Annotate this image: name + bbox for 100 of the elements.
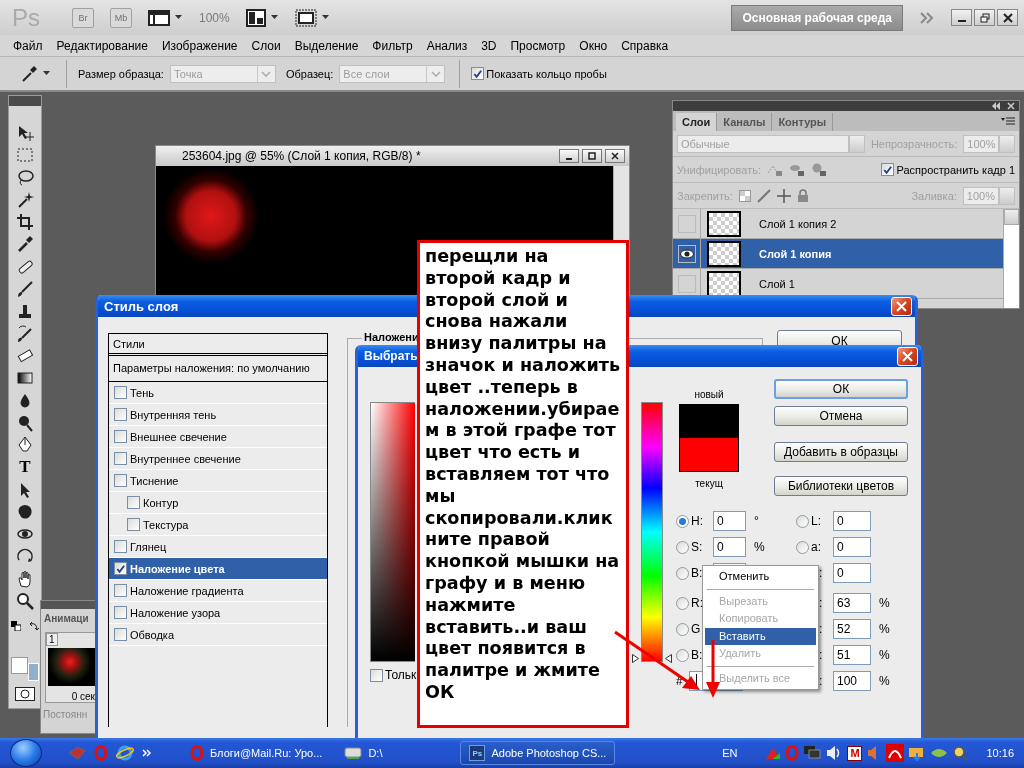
menu-item[interactable]: Окно xyxy=(572,38,615,53)
radio-button[interactable] xyxy=(676,622,689,636)
frame-delay[interactable]: 0 сек xyxy=(46,688,97,702)
checkbox[interactable] xyxy=(114,584,127,597)
menu-item[interactable]: Редактирование xyxy=(49,38,155,53)
styles-header[interactable]: Стили xyxy=(109,334,327,356)
checkbox[interactable] xyxy=(370,668,383,682)
circle-lock-icon[interactable] xyxy=(811,162,827,177)
taskbar-button[interactable]: Ps Adobe Photoshop CS... xyxy=(460,741,616,765)
arrange-button[interactable] xyxy=(245,8,279,27)
checkbox[interactable] xyxy=(471,67,485,80)
menu-item[interactable]: Фильтр xyxy=(365,38,420,53)
tool-preset-button[interactable] xyxy=(20,64,51,83)
slider-button[interactable] xyxy=(999,134,1015,153)
shape-icon[interactable] xyxy=(16,503,34,522)
triangle-icon[interactable] xyxy=(765,746,782,760)
collapse-icon[interactable] xyxy=(991,102,1001,110)
effect-item[interactable]: Контур xyxy=(109,492,327,514)
menu-item[interactable]: Вставить xyxy=(705,627,816,645)
zoom-icon[interactable] xyxy=(16,592,34,611)
checkbox[interactable] xyxy=(127,496,140,509)
radio-button[interactable] xyxy=(676,648,689,662)
effect-item[interactable]: Наложение цвета xyxy=(109,558,327,580)
menu-item[interactable]: Анализ xyxy=(419,38,475,53)
dialog-button[interactable]: Библиотеки цветов xyxy=(774,476,908,496)
eye-shape-icon[interactable] xyxy=(930,746,949,760)
start-button[interactable] xyxy=(10,739,42,767)
visibility-toggle[interactable] xyxy=(677,214,696,233)
checkbox[interactable] xyxy=(114,474,127,487)
value-field[interactable]: 0 xyxy=(833,563,871,583)
view-extras-button[interactable] xyxy=(148,8,183,27)
effect-item[interactable]: Наложение узора xyxy=(109,602,327,624)
background-color-swatch[interactable] xyxy=(28,662,39,681)
quick-mask-icon[interactable] xyxy=(15,687,35,702)
lasso-icon[interactable] xyxy=(16,168,34,187)
minimize-button[interactable] xyxy=(951,9,972,26)
value-field[interactable]: 0 xyxy=(713,537,746,557)
magnifier-icon[interactable] xyxy=(952,745,971,761)
menu-item[interactable]: Выделение xyxy=(287,38,366,53)
effect-item[interactable]: Текстура xyxy=(109,514,327,536)
radio-button[interactable] xyxy=(676,566,689,580)
checkbox[interactable] xyxy=(114,386,127,399)
menu-item[interactable]: Файл xyxy=(6,38,50,53)
crop-icon[interactable] xyxy=(16,213,34,232)
menu-item[interactable]: Просмотр xyxy=(503,38,573,53)
panel-menu-icon[interactable] xyxy=(1001,116,1015,126)
letter-e-icon[interactable] xyxy=(116,745,134,761)
language-indicator[interactable]: EN xyxy=(722,747,738,759)
animation-frame[interactable]: 1 0 сек xyxy=(45,632,98,703)
effect-item[interactable]: Внутренняя тень xyxy=(109,404,327,426)
radio-button[interactable] xyxy=(676,514,689,528)
bridge-button[interactable]: Br xyxy=(72,7,94,28)
radio-button[interactable] xyxy=(676,540,689,554)
checkbox[interactable] xyxy=(127,518,140,531)
swap-arrows-icon[interactable] xyxy=(29,620,39,631)
menu-item[interactable]: Изображение xyxy=(154,38,245,53)
checkbox[interactable] xyxy=(114,430,127,443)
eye-lock-icon[interactable] xyxy=(789,162,805,177)
minimize-button[interactable] xyxy=(559,149,579,163)
slider-thumb[interactable] xyxy=(632,654,672,663)
value-field[interactable]: 100 xyxy=(833,671,871,691)
effect-item[interactable]: Обводка xyxy=(109,624,327,646)
checkbox[interactable] xyxy=(114,452,127,465)
checkbox[interactable] xyxy=(114,606,127,619)
eyedropper-icon[interactable] xyxy=(16,235,34,254)
effect-item[interactable]: Тиснение xyxy=(109,470,327,492)
screen-mode-button[interactable] xyxy=(294,8,330,27)
menu-item[interactable]: Справка xyxy=(614,38,676,53)
hue-slider[interactable] xyxy=(632,402,672,662)
dialog-button[interactable]: Отмена xyxy=(774,406,908,426)
restore-button[interactable] xyxy=(974,9,995,26)
checkbox[interactable] xyxy=(114,408,127,421)
default-colors-icon[interactable] xyxy=(11,620,21,631)
blending-options-item[interactable]: Параметры наложения: по умолчанию xyxy=(109,356,327,382)
menu-item[interactable]: Отменить xyxy=(705,568,816,586)
value-field[interactable]: 51 xyxy=(833,645,871,665)
tray-badge[interactable]: M xyxy=(847,745,863,761)
dialog-button[interactable]: ОК xyxy=(774,379,908,399)
dialog-button[interactable]: Добавить в образцы xyxy=(774,442,908,462)
move-arrows-icon[interactable] xyxy=(776,188,791,203)
menu-item[interactable]: Слои xyxy=(244,38,288,53)
radio-button[interactable] xyxy=(796,514,809,528)
color-field[interactable] xyxy=(370,402,415,662)
taskbar-button[interactable]: Блоги@Mail.Ru: Уро... xyxy=(182,741,331,765)
type-tool[interactable]: T xyxy=(16,458,34,477)
monitors-icon[interactable] xyxy=(803,745,822,761)
value-field[interactable]: 0 xyxy=(833,511,871,531)
effect-item[interactable]: Тень xyxy=(109,382,327,404)
effect-item[interactable]: Внутреннее свечение xyxy=(109,448,327,470)
checkbox[interactable] xyxy=(880,163,894,176)
radio-button[interactable] xyxy=(676,596,689,610)
maximize-button[interactable] xyxy=(582,149,602,163)
value-field[interactable]: 0 xyxy=(713,511,746,531)
effect-item[interactable]: Внешнее свечение xyxy=(109,426,327,448)
value-field[interactable]: 52 xyxy=(833,619,871,639)
radio-button[interactable] xyxy=(796,540,809,554)
umbrella-icon[interactable] xyxy=(886,744,905,762)
stamp-icon[interactable] xyxy=(16,302,34,321)
value-field[interactable]: 63 xyxy=(833,593,871,613)
mini-bridge-button[interactable]: Mb xyxy=(110,7,132,28)
